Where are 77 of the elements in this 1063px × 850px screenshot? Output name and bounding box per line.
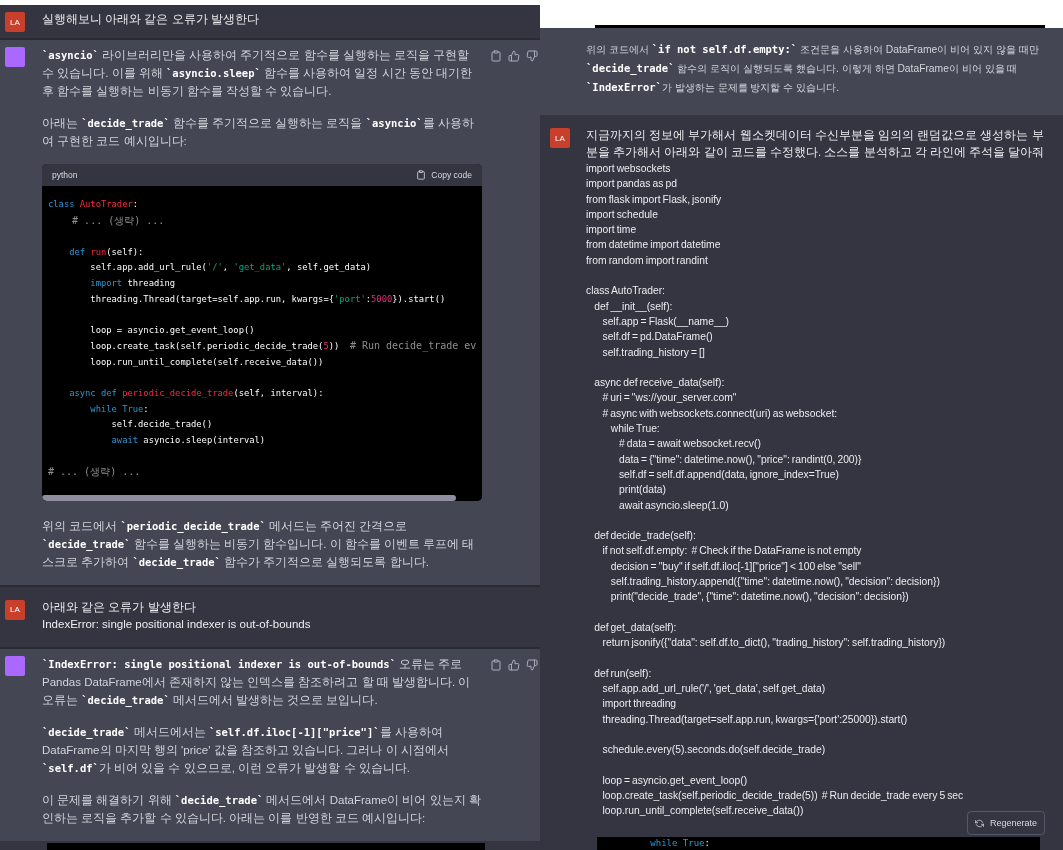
code-line: # data = await websocket.recv() xyxy=(617,437,761,452)
code-line: return jsonify({"data": self.df.to_dict(), "trading_history": self.trading_history}) xyxy=(601,636,946,651)
code-line: schedule.every(5).seconds.do(self.decide_trade) xyxy=(601,743,826,758)
message-text: IndexError: single positional indexer is out-of-bounds xyxy=(42,616,312,632)
code-line: # ... (생략) ... xyxy=(48,465,141,480)
code-line: print("decide_trade", {"time": datetime.now(), "decision": decision}) xyxy=(609,590,909,605)
message-text: 지금까지의 정보에 부가해서 웹소켓데이터 수신부분을 임의의 랜덤값으로 생성하는 부분을 추가해서 아래와 같이 코드를 수정했다. 소스를 분석하고 각 라인에 주석을 달아줘 xyxy=(586,128,1046,160)
code-line: # async with websockets.connect(uri) as websocket: xyxy=(601,406,838,421)
user-avatar: LA xyxy=(5,12,25,32)
code-line: loop.create_task(self.periodic_decide_trade(5)) # Run decide_trade ev xyxy=(89,339,477,354)
code-line: class AutoTrader: xyxy=(48,198,139,211)
code-line: import threading xyxy=(601,697,677,712)
code-line: def run(self): xyxy=(68,245,144,259)
code-line: import threading xyxy=(89,276,176,290)
code-line: self.df = pd.DataFrame() xyxy=(601,330,713,345)
code-line: import time xyxy=(586,223,637,238)
code-line: async def receive_data(self): xyxy=(593,376,725,391)
thumbs-up-icon[interactable] xyxy=(508,658,520,671)
code-line: while True: xyxy=(609,422,660,437)
code-line: self.trading_history = [] xyxy=(601,345,705,360)
regenerate-button[interactable]: Regenerate xyxy=(966,811,1045,835)
code-line: import pandas as pd xyxy=(586,177,677,192)
clipboard-icon[interactable] xyxy=(490,50,502,62)
code-line: self.decide_trade() xyxy=(110,418,213,432)
message-paragraph: 위의 코드에서 `periodic_decide_trade` 메서드는 주어진 간격으로 `decide_trade` 함수를 실행하는 비동기 함수입니다. 이 함수를 이벤트 루프에 태스크로 추가하여 `decide_trade` 함수가 주기적으로 실행되도록 합니다. xyxy=(42,518,476,571)
code-line: threading.Thread(target=self.app.run, kwargs={'port':25000}).start() xyxy=(601,712,908,727)
thumbs-down-icon[interactable] xyxy=(526,658,538,671)
code-line: class AutoTrader: xyxy=(586,284,665,299)
code-line: self.df = self.df.append(data, ignore_index=True) xyxy=(617,467,839,482)
scrollbar[interactable] xyxy=(42,494,456,501)
message-paragraph: 위의 코드에서 `if not self.df.empty:` 조건문을 사용하여 DataFrame이 비어 있지 않을 때만 `decide_trade` 함수의 로직이 실행되도록 했습니다. 이렇게 하면 DataFrame이 비어 있을 때 `IndexError`가 발생하는 문제를 방지할 수 있습니다. xyxy=(586,42,1040,95)
message-paragraph: 이 문제를 해결하기 위해 `decide_trade` 메서드에서 DataFrame이 비어 있는지 확인하는 로직을 추가할 수 있습니다. 아래는 이를 반영한 코드 예시입니다: xyxy=(42,792,482,826)
code-line: await asyncio.sleep(interval) xyxy=(110,433,266,447)
language-label: python xyxy=(52,169,78,182)
code-line: # uri = "ws://your_server.com" xyxy=(601,391,737,406)
message-paragraph: `asyncio` 라이브러리만을 사용하여 주기적으로 함수를 실행하는 로직을 구현할 수 있습니다. 이를 위해 `asyncio.sleep` 함수를 사용하여 일정 시간 동안 대기한 후 함수를 실행하는 비동기 함수를 작성할 수 있습니다. xyxy=(42,48,473,99)
thumbs-up-icon[interactable] xyxy=(508,50,520,62)
code-line: def run(self): xyxy=(593,666,652,681)
code-line: def get_data(self): xyxy=(593,620,677,635)
code-line: import schedule xyxy=(586,207,658,222)
message-text: 아래와 같은 오류가 발생한다 xyxy=(42,599,197,615)
code-line: loop = asyncio.get_event_loop() xyxy=(89,323,255,337)
code-line: await asyncio.sleep(1.0) xyxy=(617,498,729,513)
code-line: threading.Thread(target=self.app.run, kwargs={'port':5000}).start() xyxy=(89,292,446,306)
copy-code-button[interactable]: Copy code xyxy=(416,166,472,184)
clipboard-icon[interactable] xyxy=(416,170,427,180)
refresh-icon xyxy=(974,818,984,828)
code-line: loop.run_until_complete(self.receive_data()) xyxy=(601,804,804,819)
message-paragraph: `IndexError: single positional indexer is out-of-bounds` 오류는 주로 Pandas DataFrame에서 존재하지 않는 인덱스를 참조하려고 할 때 발생합니다. 이 오류는 `decide_trade` 메서드에서 발생하는 것으로 보입니다. xyxy=(42,656,472,709)
code-line: async def periodic_decide_trade(self, interval): xyxy=(68,387,324,401)
code-line: while True: xyxy=(649,837,710,850)
code-line: decision = "buy" if self.df.iloc[-1]["price"] < 100 else "sell" xyxy=(609,559,861,574)
code-line: loop = asyncio.get_event_loop() xyxy=(601,773,748,788)
user-avatar: LA xyxy=(5,599,25,620)
user-avatar: LA xyxy=(550,128,570,148)
clipboard-icon[interactable] xyxy=(490,658,502,671)
code-line: from flask import Flask, jsonify xyxy=(586,192,722,207)
code-line: def decide_trade(self): xyxy=(593,529,696,544)
message-text: 실행해보니 아래와 같은 오류가 발생한다 xyxy=(42,12,260,27)
code-line: import websockets xyxy=(586,162,671,176)
code-line: from datetime import datetime xyxy=(586,238,721,253)
code-line: # ... (생략) ... xyxy=(71,213,165,228)
code-line: loop.run_until_complete(self.receive_data()) xyxy=(89,355,324,369)
code-line: from random import randint xyxy=(586,253,708,268)
code-line: while True: xyxy=(89,402,149,416)
code-line: if not self.df.empty: # Check if the DataFrame is not empty xyxy=(601,544,862,559)
code-line: self.app.add_url_rule('/', 'get_data', self.get_data) xyxy=(601,682,826,697)
message-paragraph: `decide_trade` 메서드에서는 `self.df.iloc[-1]["price"]`를 사용하여 DataFrame의 마지막 행의 'price' 값을 참조하고 있습니다. 그러나 이 시점에서 `self.df`가 비어 있을 수 있으므로, 이런 오류가 발생할 수 있습니다. xyxy=(42,724,450,776)
code-line: data = {"time": datetime.now(), "price": randint(0, 200)} xyxy=(617,452,862,467)
thumbs-down-icon[interactable] xyxy=(526,50,538,62)
message-paragraph: 아래는 `decide_trade` 함수를 주기적으로 실행하는 로직을 `asyncio`를 사용하여 구현한 코드 예시입니다: xyxy=(42,116,475,149)
code-line: self.trading_history.append({"time": datetime.now(), "decision": decision}) xyxy=(609,575,940,589)
code-line: self.app = Flask(__name__) xyxy=(601,314,729,329)
code-line: self.app.add_url_rule('/', 'get_data', self.get_data) xyxy=(89,261,372,275)
code-line: print(data) xyxy=(617,483,666,498)
code-line: loop.create_task(self.periodic_decide_trade(5)) # Run decide_trade every 5 sec xyxy=(601,789,964,804)
code-line: def __init__(self): xyxy=(593,299,673,314)
